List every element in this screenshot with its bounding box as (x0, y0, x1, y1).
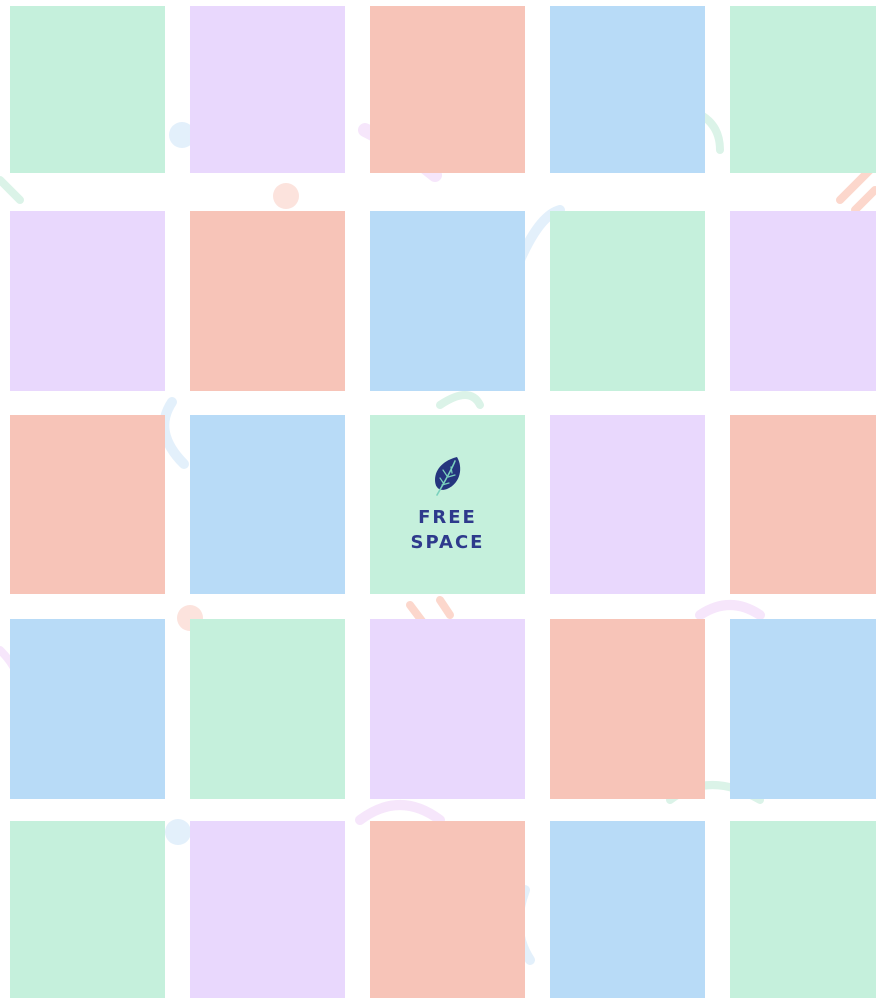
bingo-cell[interactable] (730, 415, 876, 594)
bingo-cell[interactable] (730, 619, 876, 799)
bingo-cell[interactable] (190, 821, 345, 998)
bingo-cell[interactable] (10, 619, 165, 799)
bingo-cell[interactable] (370, 211, 525, 391)
bingo-cell[interactable] (370, 821, 525, 998)
bingo-cell[interactable] (10, 6, 165, 173)
free-space-cell[interactable]: FREE SPACE (370, 415, 525, 594)
bingo-cell[interactable] (370, 619, 525, 799)
leaf-icon (432, 455, 464, 497)
bingo-cell[interactable] (190, 211, 345, 391)
bingo-cell[interactable] (190, 6, 345, 173)
bingo-cell[interactable] (550, 415, 705, 594)
bingo-cell[interactable] (10, 415, 165, 594)
bingo-cell[interactable] (10, 821, 165, 998)
bingo-cell[interactable] (190, 415, 345, 594)
bingo-cell[interactable] (730, 211, 876, 391)
free-space-label: FREE SPACE (410, 506, 485, 553)
bingo-cell[interactable] (550, 6, 705, 173)
bingo-cell[interactable] (550, 619, 705, 799)
bingo-cell[interactable] (190, 619, 345, 799)
bingo-cell[interactable] (550, 211, 705, 391)
bingo-cell[interactable] (370, 6, 525, 173)
bingo-cell[interactable] (730, 821, 876, 998)
bingo-cell[interactable] (730, 6, 876, 173)
bingo-cell[interactable] (10, 211, 165, 391)
bingo-cell[interactable] (550, 821, 705, 998)
bingo-board: FREE SPACE (0, 0, 876, 998)
